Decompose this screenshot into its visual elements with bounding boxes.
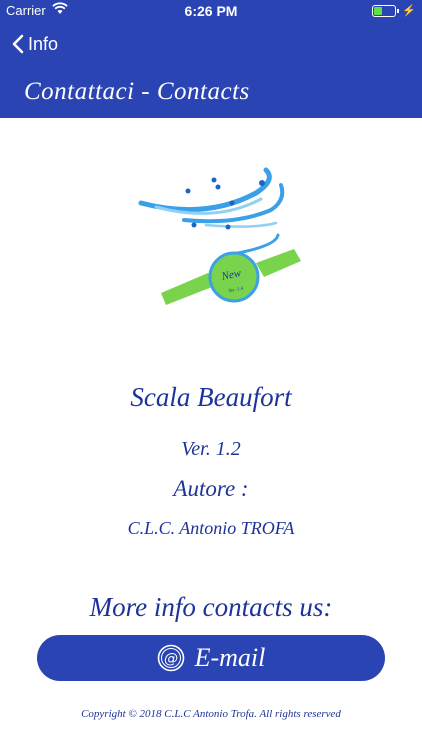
back-button-label: Info [28,33,59,54]
app-version: Ver. 1.2 [181,438,241,460]
email-button-label: E-mail [194,643,266,672]
chevron-left-icon [12,34,24,54]
back-button[interactable]: Info [12,30,58,58]
author-name: C.L.C. Antonio TROFA [127,518,295,538]
status-bar: Carrier 6:26 PM ⚡ [0,0,422,22]
svg-text:@: @ [164,651,178,667]
email-button[interactable]: @ E-mail [37,635,385,681]
battery-icon: ⚡ [372,4,416,17]
app-name: Scala Beaufort [130,382,292,412]
app-logo: New Ver. 1.4 [136,165,306,315]
author-label: Autore : [173,476,249,501]
at-sign-icon: @ [157,644,185,672]
copyright-text: Copyright © 2018 C.L.C Antonio Trofa. Al… [81,708,341,720]
charging-bolt-icon: ⚡ [402,5,416,17]
status-time: 6:26 PM [184,3,238,19]
page-title: Contattaci - Contacts [24,78,250,105]
more-info-heading: More info contacts us: [89,592,333,622]
navigation-header: Carrier 6:26 PM ⚡ Info Contattaci - Cont… [0,0,422,118]
